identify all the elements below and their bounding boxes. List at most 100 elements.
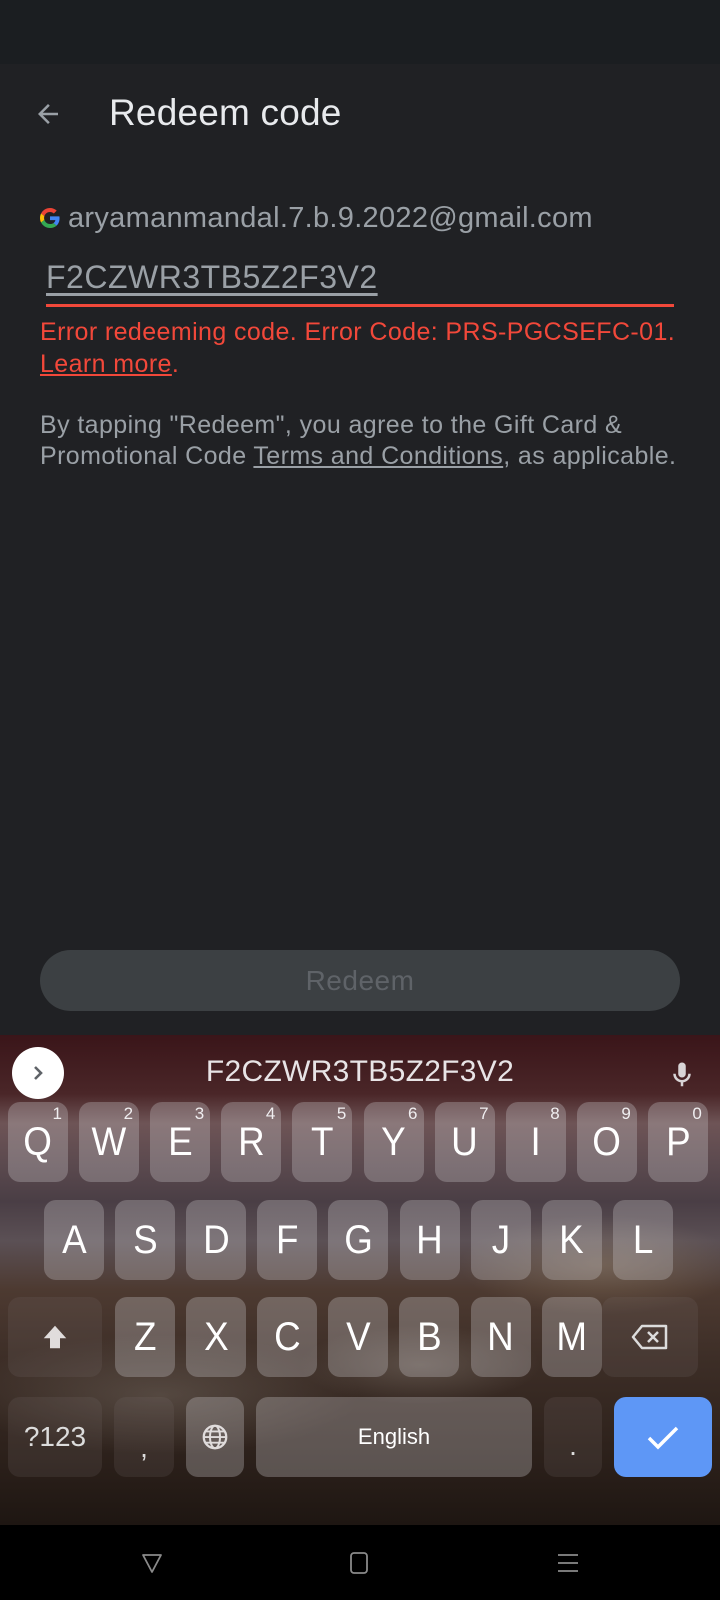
key-hint: 8	[550, 1104, 560, 1123]
key-label: Q	[23, 1119, 53, 1164]
key-hint: 3	[194, 1104, 205, 1123]
nav-home-button[interactable]	[340, 1543, 380, 1583]
nav-back-button[interactable]	[132, 1543, 172, 1583]
key-h[interactable]: H	[399, 1200, 460, 1280]
error-message: Error redeeming code. Error Code: PRS-PG…	[40, 316, 680, 380]
error-text: Error redeeming code. Error Code: PRS-PG…	[40, 318, 676, 346]
key-m[interactable]: M	[541, 1297, 602, 1377]
key-label: Y	[381, 1119, 406, 1164]
key-label: K	[559, 1217, 584, 1262]
suggestion-text[interactable]: F2CZWR3TB5Z2F3V2	[150, 1055, 570, 1089]
voice-input-button[interactable]	[660, 1053, 704, 1097]
key-y[interactable]: 6Y	[363, 1102, 424, 1182]
period-key-label: .	[569, 1430, 577, 1461]
chevron-right-icon	[34, 1066, 43, 1080]
key-hint: 9	[621, 1104, 631, 1123]
key-label: Z	[133, 1314, 157, 1359]
period-key[interactable]: .	[544, 1397, 602, 1477]
account-row: aryamanmandal.7.b.9.2022@gmail.com	[40, 198, 593, 238]
arrow-back-icon	[38, 104, 58, 124]
key-label: X	[203, 1314, 229, 1359]
key-label: V	[346, 1314, 371, 1359]
key-label: F	[276, 1217, 299, 1262]
key-o[interactable]: 9O	[576, 1102, 637, 1182]
key-l[interactable]: L	[612, 1200, 673, 1280]
suggestion-strip: F2CZWR3TB5Z2F3V2	[0, 1035, 720, 1109]
key-label: W	[91, 1119, 127, 1164]
key-v[interactable]: V	[328, 1297, 389, 1377]
nav-recents-button[interactable]	[548, 1543, 588, 1583]
key-f[interactable]: F	[257, 1200, 318, 1280]
key-u[interactable]: 7U	[434, 1102, 495, 1182]
key-label: I	[530, 1119, 541, 1164]
key-q[interactable]: 1Q	[8, 1102, 68, 1182]
shift-key[interactable]	[8, 1297, 102, 1377]
key-hint: 1	[52, 1104, 62, 1123]
error-suffix: .	[171, 350, 180, 378]
keyboard-expand-button[interactable]	[12, 1047, 64, 1099]
key-label: A	[61, 1217, 87, 1262]
navigation-bar	[0, 1525, 720, 1600]
checkmark-icon	[647, 1426, 679, 1450]
key-w[interactable]: 2W	[79, 1102, 140, 1182]
key-d[interactable]: D	[186, 1200, 247, 1280]
key-hint: 6	[408, 1104, 418, 1123]
code-field[interactable]	[46, 252, 674, 308]
nav-menu-lines-icon	[558, 1554, 578, 1572]
google-g-icon	[40, 208, 60, 228]
terms-and-conditions-link[interactable]: Terms and Conditions	[253, 442, 503, 470]
nav-home-square-icon	[350, 1552, 368, 1574]
key-k[interactable]: K	[541, 1200, 602, 1280]
key-z[interactable]: Z	[115, 1297, 175, 1377]
key-s[interactable]: S	[115, 1200, 176, 1280]
keyboard: F2CZWR3TB5Z2F3V2 1Q2W3E4R5T6Y7U8I9O0P AS…	[0, 1035, 720, 1525]
terms-suffix: , as applicable.	[503, 442, 677, 470]
symbols-key-label: ?123	[23, 1421, 87, 1452]
key-p[interactable]: 0P	[647, 1102, 708, 1182]
enter-key[interactable]	[614, 1397, 712, 1477]
back-button[interactable]	[26, 92, 70, 136]
key-r[interactable]: 4R	[221, 1102, 282, 1182]
key-i[interactable]: 8I	[505, 1102, 566, 1182]
key-label: P	[665, 1119, 691, 1164]
redeem-button[interactable]: Redeem	[40, 950, 680, 1011]
key-label: L	[632, 1217, 654, 1262]
key-hint: 4	[265, 1104, 276, 1123]
backspace-icon	[631, 1324, 668, 1350]
nav-back-triangle-icon	[142, 1554, 162, 1573]
comma-key-label: ,	[140, 1432, 148, 1463]
key-label: D	[202, 1217, 230, 1262]
key-t[interactable]: 5T	[292, 1102, 353, 1182]
key-label: B	[417, 1314, 442, 1359]
key-label: T	[311, 1119, 334, 1164]
key-g[interactable]: G	[328, 1200, 389, 1280]
comma-key[interactable]: ,	[114, 1397, 174, 1477]
space-key-label: English	[357, 1424, 431, 1449]
key-a[interactable]: A	[44, 1200, 104, 1280]
key-b[interactable]: B	[399, 1297, 460, 1377]
key-e[interactable]: 3E	[150, 1102, 211, 1182]
symbols-key[interactable]: ?123	[8, 1397, 102, 1477]
code-input[interactable]	[46, 252, 674, 302]
terms-text: By tapping "Redeem", you agree to the Gi…	[40, 410, 680, 472]
key-c[interactable]: C	[257, 1297, 318, 1377]
key-label: E	[167, 1119, 193, 1164]
learn-more-link[interactable]: Learn more	[40, 350, 172, 378]
page-title: Redeem code	[109, 92, 342, 133]
key-label: M	[556, 1314, 587, 1359]
key-label: U	[451, 1119, 478, 1164]
account-email: aryamanmandal.7.b.9.2022@gmail.com	[68, 201, 593, 234]
key-label: N	[487, 1314, 514, 1359]
language-switch-key[interactable]	[186, 1397, 244, 1477]
key-hint: 7	[479, 1104, 489, 1123]
key-j[interactable]: J	[470, 1200, 531, 1280]
code-field-error-underline	[46, 304, 674, 307]
backspace-key[interactable]	[602, 1297, 698, 1377]
key-x[interactable]: X	[186, 1297, 247, 1377]
globe-icon	[202, 1424, 228, 1450]
key-label: J	[491, 1217, 510, 1262]
key-label: R	[237, 1119, 265, 1164]
space-key[interactable]: English	[256, 1397, 532, 1477]
key-n[interactable]: N	[470, 1297, 531, 1377]
key-hint: 0	[692, 1104, 702, 1123]
